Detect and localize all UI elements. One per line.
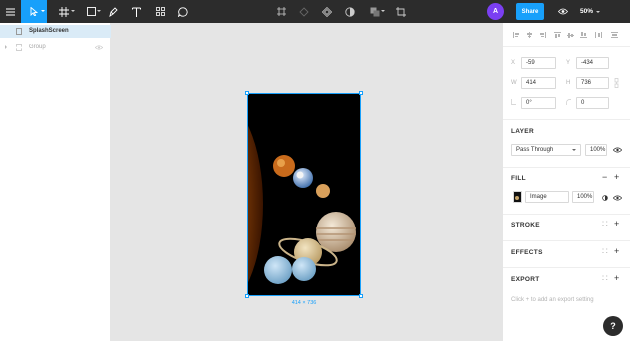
layer-opacity-input[interactable]: 100% (585, 144, 607, 156)
remove-fill-icon[interactable]: − (602, 173, 607, 182)
add-stroke-icon[interactable]: + (614, 220, 619, 229)
blend-mode-select[interactable]: Pass Through (511, 144, 581, 156)
corner-radius-input[interactable]: 0 (576, 97, 609, 109)
fill-opacity-input[interactable]: 100% (572, 191, 594, 203)
chevron-down-icon (596, 10, 601, 13)
width-input[interactable]: 414 (521, 77, 556, 89)
divider (503, 240, 630, 241)
move-tool-icon[interactable] (21, 0, 47, 23)
w-label: W (511, 80, 517, 86)
resize-handle[interactable] (245, 294, 249, 298)
layers-panel: SplashScreen Group (0, 23, 111, 341)
help-button[interactable]: ? (603, 316, 623, 336)
component-icon[interactable] (296, 0, 312, 23)
h-label: H (566, 80, 571, 86)
add-fill-icon[interactable]: + (614, 173, 619, 182)
resize-handle[interactable] (359, 91, 363, 95)
alignment-toolbar (503, 23, 630, 47)
comment-icon[interactable] (175, 0, 191, 23)
rotation-input[interactable]: 0° (521, 97, 556, 109)
visibility-eye-icon[interactable] (94, 45, 104, 52)
add-export-icon[interactable]: + (614, 274, 619, 283)
distribute-vertical-icon[interactable] (611, 32, 618, 38)
fill-image-thumbnail[interactable] (513, 191, 522, 203)
chevron-right-icon[interactable] (5, 45, 7, 49)
splashscreen-frame[interactable] (247, 93, 361, 296)
fill-section-title: FILL (511, 175, 526, 182)
shape-tool-icon[interactable] (80, 0, 102, 23)
divider (503, 267, 630, 268)
corner-radius-icon (566, 99, 571, 107)
x-label: X (511, 60, 516, 66)
align-top-icon[interactable] (554, 32, 561, 38)
contrast-icon[interactable] (342, 0, 358, 23)
height-input[interactable]: 736 (576, 77, 609, 89)
effects-grid-icon[interactable]: ∷ (602, 247, 608, 256)
top-toolbar: A Share 50% (0, 0, 630, 23)
menu-icon[interactable] (0, 0, 21, 23)
share-button[interactable]: Share (516, 3, 544, 20)
rotation-icon (511, 99, 516, 107)
frame-size-label: 414 × 736 (291, 300, 317, 306)
chevron-down-icon (572, 149, 576, 151)
divider (503, 214, 630, 215)
align-center-v-icon[interactable] (567, 32, 574, 38)
x-input[interactable]: -59 (521, 57, 556, 69)
effects-section-title: EFFECTS (511, 249, 543, 256)
constrain-proportions-icon[interactable] (614, 78, 619, 90)
y-input[interactable]: -434 (576, 57, 609, 69)
zoom-dropdown[interactable]: 50% (580, 0, 601, 23)
avatar[interactable]: A (487, 3, 504, 20)
distribute-horizontal-icon[interactable] (595, 32, 602, 38)
frame-tool-icon[interactable] (53, 0, 75, 23)
layer-visibility-eye-icon[interactable] (612, 147, 623, 155)
planets-image (248, 94, 360, 295)
zoom-label: 50% (580, 8, 594, 15)
blend-drop-icon[interactable] (602, 195, 608, 203)
eye-icon[interactable] (556, 0, 570, 23)
add-effect-icon[interactable]: + (614, 247, 619, 256)
export-section-title: EXPORT (511, 276, 540, 283)
frame-selection-icon[interactable] (273, 0, 289, 23)
layer-item-group[interactable]: Group (0, 41, 111, 54)
layer-label: SplashScreen (29, 28, 69, 34)
properties-panel: X -59 Y -434 W 414 H 736 0° 0 LAYER Pass… (502, 23, 630, 341)
stroke-grid-icon[interactable]: ∷ (602, 220, 608, 229)
frame-icon (16, 28, 22, 35)
align-bottom-icon[interactable] (580, 32, 587, 38)
layer-section-title: LAYER (511, 128, 534, 135)
align-left-icon[interactable] (513, 32, 520, 38)
components-icon[interactable] (152, 0, 168, 23)
canvas[interactable]: 414 × 736 (111, 23, 502, 341)
layer-item-splashscreen[interactable]: SplashScreen (0, 25, 111, 38)
text-tool-icon[interactable] (128, 0, 144, 23)
layer-label: Group (29, 44, 46, 50)
export-hint: Click + to add an export setting (511, 297, 594, 303)
export-grid-icon[interactable]: ∷ (602, 274, 608, 283)
resize-handle[interactable] (245, 91, 249, 95)
pen-tool-icon[interactable] (105, 0, 121, 23)
divider (503, 119, 630, 120)
boolean-icon[interactable] (365, 0, 385, 23)
fill-visibility-eye-icon[interactable] (612, 195, 623, 203)
mask-icon[interactable] (319, 0, 335, 23)
stroke-section-title: STROKE (511, 222, 540, 229)
y-label: Y (566, 60, 571, 66)
resize-handle[interactable] (359, 294, 363, 298)
crop-icon[interactable] (393, 0, 409, 23)
align-center-h-icon[interactable] (526, 32, 533, 38)
align-right-icon[interactable] (539, 32, 546, 38)
group-icon (16, 44, 22, 51)
fill-type-input[interactable]: Image (525, 191, 569, 203)
divider (503, 167, 630, 168)
blend-mode-label: Pass Through (516, 147, 554, 153)
